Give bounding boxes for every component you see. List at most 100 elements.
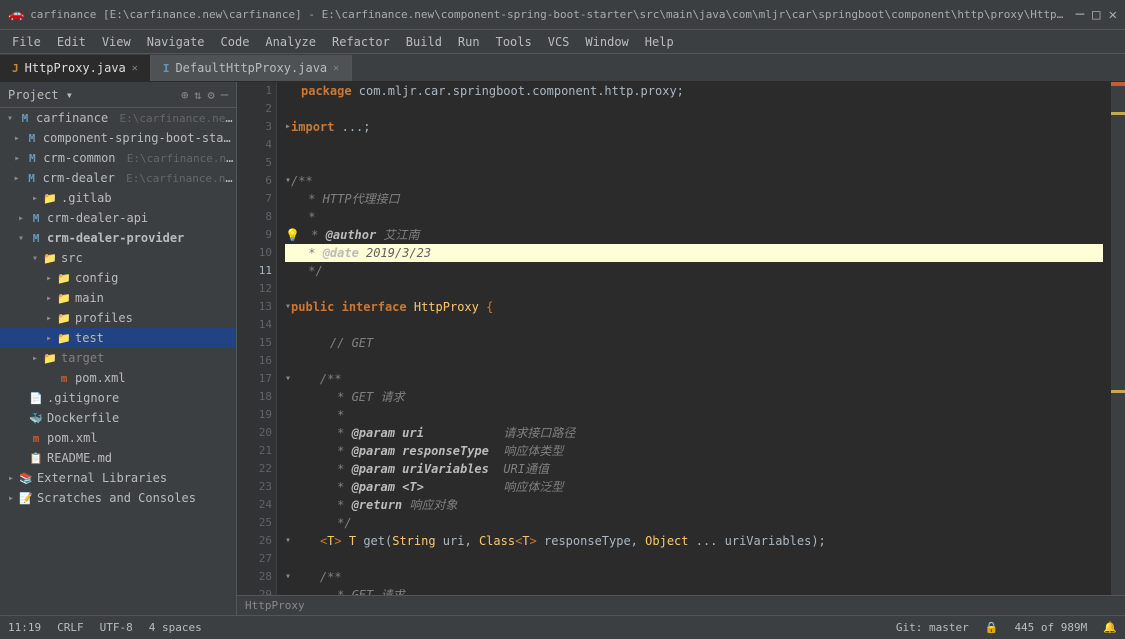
code-line: 💡 * @author 艾江南 bbox=[285, 226, 1103, 244]
tab-close-icon[interactable]: ✕ bbox=[132, 63, 138, 74]
menu-item-tools[interactable]: Tools bbox=[488, 33, 540, 51]
sidebar-item-target[interactable]: ▸ 📁 target bbox=[0, 348, 236, 368]
warning-marker-2 bbox=[1111, 390, 1125, 393]
gutter bbox=[285, 496, 301, 514]
punctuation: { bbox=[486, 298, 493, 316]
tab-defaulthttpproxy[interactable]: I DefaultHttpProxy.java ✕ bbox=[151, 55, 352, 81]
gutter bbox=[285, 424, 301, 442]
gutter bbox=[285, 100, 301, 118]
sidebar-item-external-libraries[interactable]: ▸ 📚 External Libraries bbox=[0, 468, 236, 488]
line-num: 19 bbox=[241, 406, 272, 424]
tab-httpproxy[interactable]: J HttpProxy.java ✕ bbox=[0, 55, 151, 81]
comment: * bbox=[301, 208, 315, 226]
sidebar-item-crm-dealer-provider[interactable]: ▾ M crm-dealer-provider bbox=[0, 228, 236, 248]
lock-icon: 🔒 bbox=[985, 621, 999, 634]
code-line bbox=[285, 136, 1103, 154]
expand-arrow: ▸ bbox=[10, 153, 24, 164]
sidebar-settings-icon[interactable]: ⚙ bbox=[208, 88, 215, 102]
expand-arrow: ▸ bbox=[4, 493, 18, 504]
error-marker bbox=[1111, 82, 1125, 86]
menu-item-code[interactable]: Code bbox=[213, 33, 258, 51]
item-label: crm-dealer E:\carfinance.new\crm-deale..… bbox=[43, 171, 236, 185]
titlebar: 🚗 carfinance [E:\carfinance.new\carfinan… bbox=[0, 0, 1125, 30]
comment: */ bbox=[301, 514, 352, 532]
right-scrollbar[interactable] bbox=[1111, 82, 1125, 595]
item-label: Dockerfile bbox=[47, 411, 119, 425]
code-text bbox=[291, 532, 320, 550]
gutter bbox=[285, 478, 301, 496]
sidebar-item-scratches[interactable]: ▸ 📝 Scratches and Consoles bbox=[0, 488, 236, 508]
sidebar-item-gitignore[interactable]: 📄 .gitignore bbox=[0, 388, 236, 408]
menu-item-navigate[interactable]: Navigate bbox=[139, 33, 213, 51]
type-param: T bbox=[327, 532, 334, 550]
expand-arrow: ▸ bbox=[4, 473, 18, 484]
menu-item-run[interactable]: Run bbox=[450, 33, 488, 51]
expand-arrow: ▸ bbox=[42, 273, 56, 284]
sidebar-item-main[interactable]: ▸ 📁 main bbox=[0, 288, 236, 308]
item-label: Scratches and Consoles bbox=[37, 491, 196, 505]
comment: 艾江南 bbox=[376, 226, 419, 244]
sidebar-item-dockerfile[interactable]: 🐳 Dockerfile bbox=[0, 408, 236, 428]
minimize-btn[interactable]: ─ bbox=[1076, 7, 1084, 23]
close-btn[interactable]: ✕ bbox=[1109, 7, 1117, 23]
sidebar-item-crm-dealer-api[interactable]: ▸ M crm-dealer-api bbox=[0, 208, 236, 228]
sidebar-item-carfinance[interactable]: ▾ M carfinance E:\carfinance.new\carfina… bbox=[0, 108, 236, 128]
gutter bbox=[285, 154, 301, 172]
line-num: 18 bbox=[241, 388, 272, 406]
vcs-info: Git: master bbox=[896, 621, 969, 634]
maximize-btn[interactable]: □ bbox=[1092, 7, 1100, 23]
code-line: ▸ import ...; bbox=[285, 118, 1103, 136]
gutter bbox=[285, 262, 301, 280]
item-label: External Libraries bbox=[37, 471, 167, 485]
sidebar-item-pom[interactable]: m pom.xml bbox=[0, 368, 236, 388]
sidebar-item-component[interactable]: ▸ M component-spring-boot-starter E:\ca.… bbox=[0, 128, 236, 148]
param-name: uri bbox=[402, 424, 424, 442]
sidebar-item-pom-root[interactable]: m pom.xml bbox=[0, 428, 236, 448]
code-line: * GET 请求 bbox=[285, 586, 1103, 595]
sidebar-sync-icon[interactable]: ⇅ bbox=[194, 88, 201, 102]
menu-item-edit[interactable]: Edit bbox=[49, 33, 94, 51]
sidebar-item-src[interactable]: ▾ 📁 src bbox=[0, 248, 236, 268]
menu-item-vcs[interactable]: VCS bbox=[540, 33, 578, 51]
sidebar-new-icon[interactable]: ⊕ bbox=[181, 88, 188, 102]
sidebar-item-crm-dealer[interactable]: ▸ M crm-dealer E:\carfinance.new\crm-dea… bbox=[0, 168, 236, 188]
line-num: 10 bbox=[241, 244, 272, 262]
sidebar: Project ▾ ⊕ ⇅ ⚙ ─ ▾ M carfinance E:\carf… bbox=[0, 82, 237, 615]
expand-arrow: ▸ bbox=[14, 213, 28, 224]
code-line: * @param uri 请求接口路径 bbox=[285, 424, 1103, 442]
tip-icon: 💡 bbox=[285, 226, 300, 244]
cursor-position: 11:19 bbox=[8, 621, 41, 634]
menu-item-help[interactable]: Help bbox=[637, 33, 682, 51]
line-num: 7 bbox=[241, 190, 272, 208]
comment bbox=[395, 442, 402, 460]
sidebar-collapse-icon[interactable]: ─ bbox=[221, 88, 228, 102]
sidebar-item-gitlab[interactable]: ▸ 📁 .gitlab bbox=[0, 188, 236, 208]
menu-item-view[interactable]: View bbox=[94, 33, 139, 51]
sidebar-item-test[interactable]: ▸ 📁 test bbox=[0, 328, 236, 348]
tab-close-icon[interactable]: ✕ bbox=[333, 63, 339, 74]
code-line: * @param <T> 响应体泛型 bbox=[285, 478, 1103, 496]
menu-item-build[interactable]: Build bbox=[398, 33, 450, 51]
line-ending: CRLF bbox=[57, 621, 84, 634]
sidebar-item-config[interactable]: ▸ 📁 config bbox=[0, 268, 236, 288]
menu-item-analyze[interactable]: Analyze bbox=[257, 33, 324, 51]
line-num: 8 bbox=[241, 208, 272, 226]
sidebar-item-crm-common[interactable]: ▸ M crm-common E:\carfinance.new\crm-co.… bbox=[0, 148, 236, 168]
keyword: import bbox=[291, 118, 342, 136]
tab-label: DefaultHttpProxy.java bbox=[175, 61, 327, 75]
item-label: carfinance E:\carfinance.new\carfinance bbox=[36, 111, 236, 125]
menu-item-file[interactable]: File bbox=[4, 33, 49, 51]
statusbar-right: Git: master 🔒 445 of 989M 🔔 bbox=[896, 621, 1117, 634]
menu-item-window[interactable]: Window bbox=[577, 33, 636, 51]
interface-name: HttpProxy bbox=[414, 298, 486, 316]
file-breadcrumb: HttpProxy bbox=[237, 595, 1125, 615]
sidebar-item-readme[interactable]: 📋 README.md bbox=[0, 448, 236, 468]
line-num-active: 11 bbox=[241, 262, 272, 280]
expand-arrow: ▾ bbox=[28, 253, 42, 264]
library-icon: 📚 bbox=[18, 470, 34, 486]
code-text bbox=[301, 334, 330, 352]
code-line: ▾ /** bbox=[285, 568, 1103, 586]
code-content[interactable]: package com.mljr.car.springboot.componen… bbox=[277, 82, 1111, 595]
sidebar-item-profiles[interactable]: ▸ 📁 profiles bbox=[0, 308, 236, 328]
menu-item-refactor[interactable]: Refactor bbox=[324, 33, 398, 51]
